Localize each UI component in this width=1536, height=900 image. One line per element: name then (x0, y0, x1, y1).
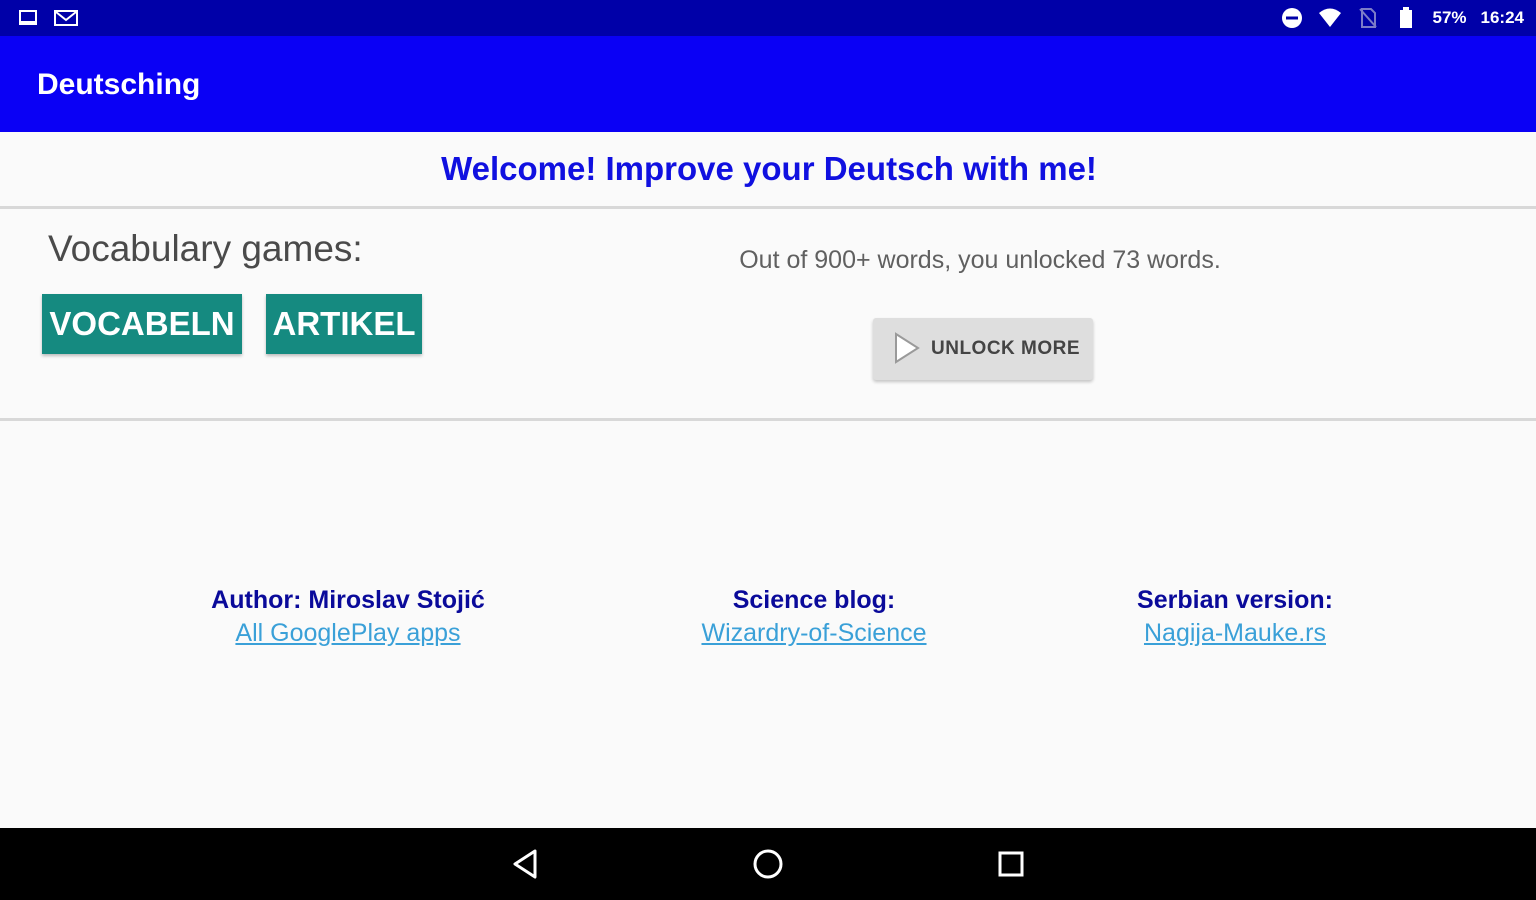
battery-percent: 57% (1432, 8, 1467, 27)
googleplay-apps-link[interactable]: All GooglePlay apps (235, 619, 460, 648)
divider (0, 206, 1536, 209)
blog-link[interactable]: Wizardry-of-Science (701, 619, 926, 648)
back-icon[interactable] (508, 846, 544, 882)
serbian-heading: Serbian version: (1137, 586, 1333, 614)
wifi-icon (1318, 6, 1342, 30)
serbian-version-link[interactable]: Nagija-Mauke.rs (1144, 619, 1326, 648)
serbian-block: Serbian version: Nagija-Mauke.rs (1035, 586, 1435, 648)
battery-icon (1394, 6, 1418, 30)
clock: 16:24 (1480, 8, 1524, 27)
screen-icon (16, 6, 40, 30)
artikel-button[interactable]: ARTIKEL (266, 294, 422, 354)
author-heading: Author: Miroslav Stojić (211, 586, 485, 614)
navigation-bar (0, 828, 1536, 900)
vocabeln-button[interactable]: VOCABELN (42, 294, 242, 354)
games-heading: Vocabulary games: (48, 228, 363, 269)
status-bar: 57% 16:24 (0, 0, 1536, 36)
no-sim-icon (1356, 6, 1380, 30)
unlock-info-text: Out of 900+ words, you unlocked 73 words… (739, 246, 1221, 274)
unlock-more-button[interactable]: UNLOCK MORE (873, 318, 1093, 380)
welcome-banner: Welcome! Improve your Deutsch with me! (0, 132, 1536, 206)
app-title: Deutsching (37, 68, 201, 101)
blog-heading: Science blog: (732, 586, 896, 614)
play-icon (893, 331, 921, 367)
recents-icon[interactable] (993, 846, 1029, 882)
author-block: Author: Miroslav Stojić All GooglePlay a… (148, 586, 548, 648)
app-bar: Deutsching (0, 36, 1536, 132)
gmail-icon (54, 6, 78, 30)
blog-block: Science blog: Wizardry-of-Science (614, 586, 1014, 648)
home-icon[interactable] (750, 846, 786, 882)
do-not-disturb-icon (1280, 6, 1304, 30)
unlock-more-label: UNLOCK MORE (931, 338, 1081, 359)
divider (0, 418, 1536, 421)
welcome-text: Welcome! Improve your Deutsch with me! (441, 150, 1097, 187)
